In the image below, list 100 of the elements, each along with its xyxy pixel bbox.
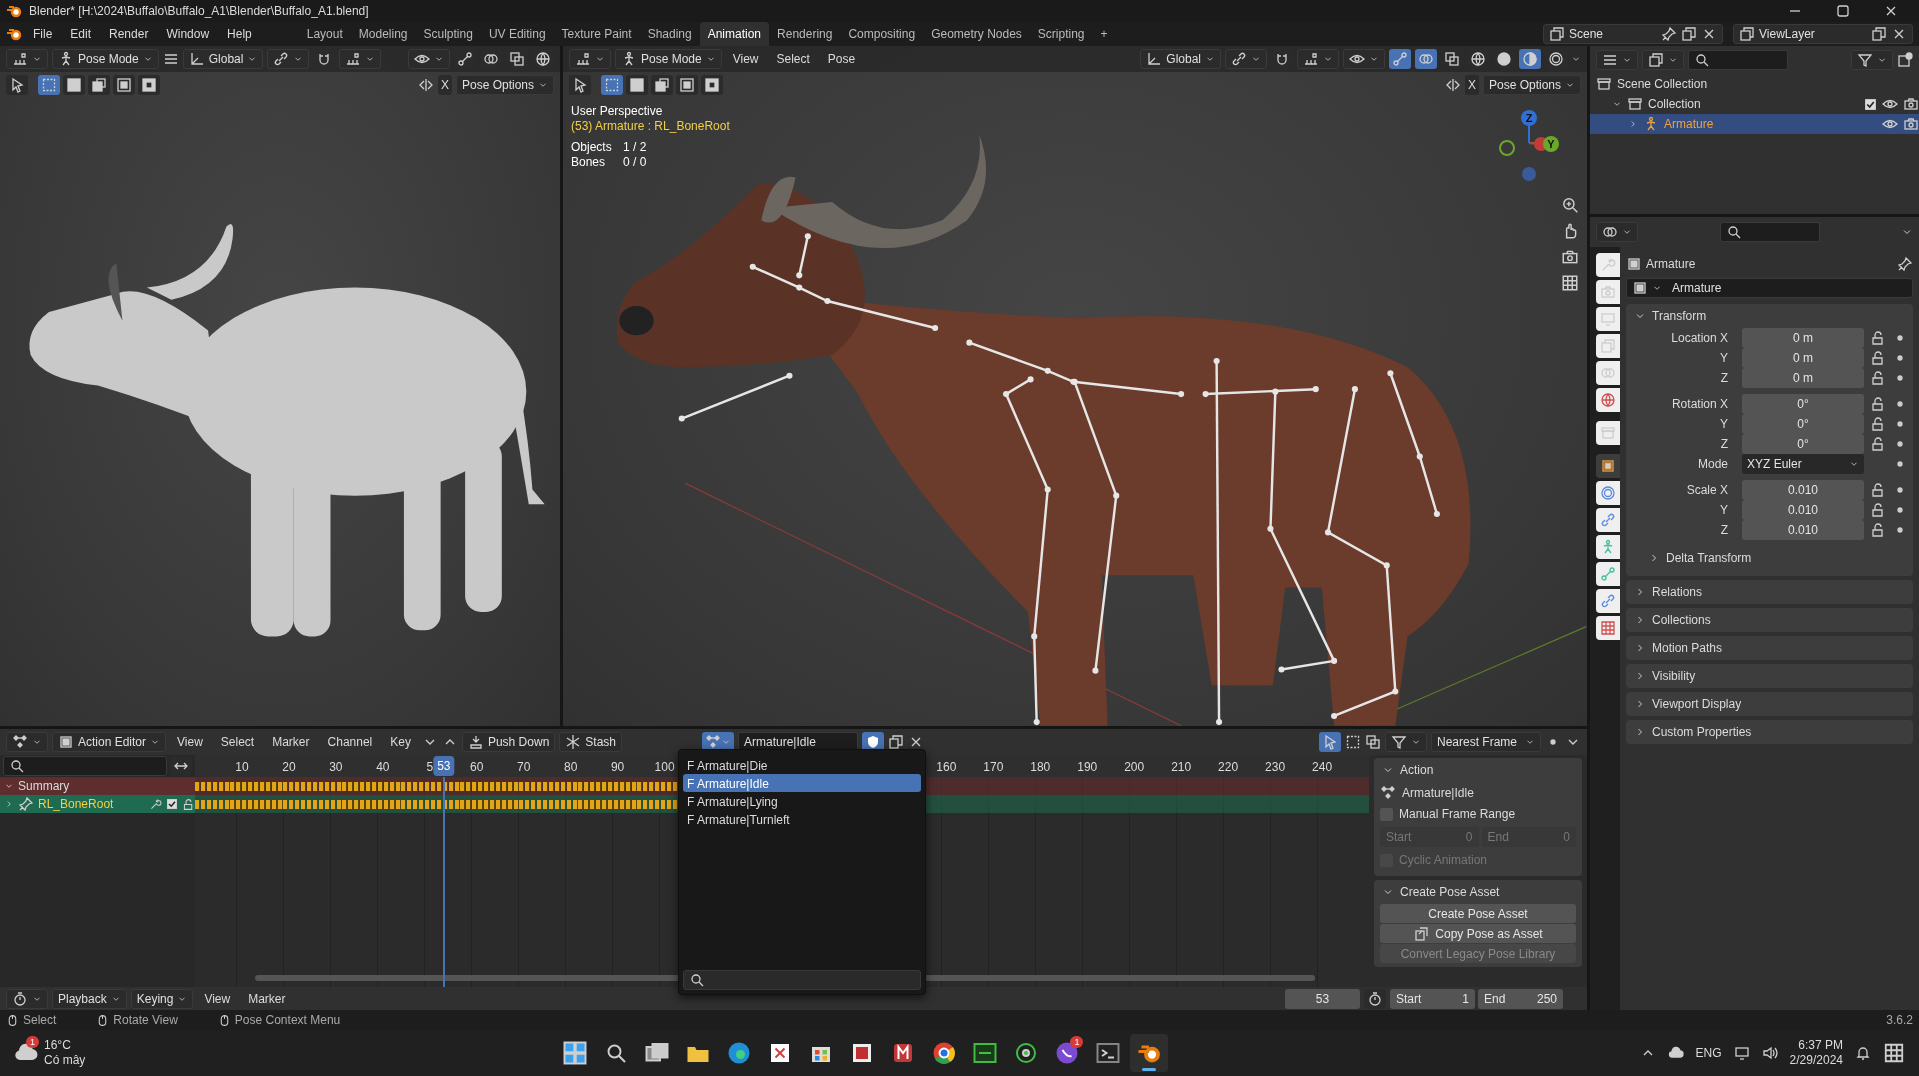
mode-dropdown[interactable]: XYZ Euler — [1742, 454, 1864, 474]
axis-gizmo-drawing[interactable]: Z Y — [1499, 110, 1559, 181]
outliner-item[interactable]: Scene Collection — [1590, 74, 1919, 94]
menu-dropdown[interactable]: Playback — [52, 988, 127, 1009]
current-frame-indicator[interactable]: 53 — [433, 756, 455, 776]
frame-number: 30 — [328, 759, 344, 776]
object-name-field[interactable]: Armature — [1626, 278, 1913, 298]
menu-item[interactable]: Select — [769, 49, 817, 69]
clock-time[interactable]: 6:37 PM — [1789, 1038, 1843, 1053]
pose-options-dropdown[interactable]: Pose Options — [455, 75, 554, 95]
number-field[interactable]: 0° — [1742, 394, 1864, 414]
menu-item[interactable]: File — [26, 24, 60, 44]
workspace-tab[interactable]: Layout — [298, 22, 351, 46]
frame-range-field[interactable]: End 250 — [1478, 988, 1563, 1009]
frame-number: 5 — [425, 759, 435, 776]
mode-dropdown[interactable]: Pose Mode — [52, 49, 159, 69]
number-field[interactable]: 0.010 — [1742, 520, 1864, 540]
action-item[interactable]: F Armature|Lying — [683, 792, 921, 810]
menu-item[interactable]: Marker — [241, 988, 293, 1009]
panel-header[interactable]: Action — [1374, 758, 1582, 782]
menu-item[interactable]: Select — [213, 732, 262, 752]
notification-badge: 1 — [26, 1036, 39, 1048]
view-layer-selector[interactable]: ViewLayer — [1733, 24, 1913, 44]
action-button[interactable]: Push Down — [461, 732, 556, 752]
workspace-tab[interactable]: Modeling — [350, 22, 416, 46]
workspace-tab[interactable]: Texture Paint — [553, 22, 640, 46]
field-label: Z — [1719, 522, 1729, 539]
field-label: Rotation X — [1670, 396, 1729, 413]
number-field[interactable]: 0 m — [1742, 368, 1864, 388]
channel-row[interactable]: RL_BoneRoot — [0, 795, 195, 813]
frame-number: 80 — [563, 759, 579, 776]
current-frame-field[interactable]: 53 — [1285, 988, 1360, 1009]
action-name: Armature|Idle — [1402, 785, 1474, 802]
context-label: Armature — [1646, 256, 1697, 273]
frame-range-field[interactable]: Start 1 — [1390, 988, 1475, 1009]
number-field[interactable]: 0.010 — [1742, 500, 1864, 520]
number-field[interactable]: 0° — [1742, 414, 1864, 434]
pose-options-dropdown[interactable]: Pose Options — [1482, 75, 1581, 95]
outliner-item[interactable]: Armature — [1590, 114, 1919, 134]
clock-date[interactable]: 2/29/2024 — [1789, 1053, 1843, 1068]
channel-row[interactable]: Summary — [0, 777, 195, 795]
orientation-dropdown[interactable]: Global — [1140, 49, 1221, 69]
editor-mode-dropdown[interactable]: Action Editor — [52, 732, 167, 752]
add-workspace-button[interactable]: + — [1092, 22, 1116, 46]
field-label: Z — [1719, 370, 1729, 387]
snapping-dropdown[interactable]: Nearest Frame — [1431, 732, 1541, 752]
subpanel-header[interactable]: Delta Transform — [1626, 546, 1913, 570]
menu-item[interactable]: Key — [383, 732, 418, 752]
panel-header[interactable]: Visibility — [1626, 664, 1913, 688]
menu-item[interactable]: Channel — [320, 732, 380, 752]
workspace-tab[interactable]: Scripting — [1029, 22, 1093, 46]
number-field[interactable]: 0.010 — [1742, 480, 1864, 500]
panel-header[interactable]: Custom Properties — [1626, 720, 1913, 744]
action-item[interactable]: F Armature|Turnleft — [683, 810, 921, 828]
panel-header[interactable]: Relations — [1626, 580, 1913, 604]
checkbox[interactable]: Manual Frame Range — [1374, 804, 1582, 824]
menu-item[interactable]: View — [725, 49, 766, 69]
panel-header[interactable]: Collections — [1626, 608, 1913, 632]
workspace-tab[interactable]: Compositing — [840, 22, 924, 46]
menu-item[interactable]: Help — [220, 24, 259, 44]
item-label: Armature — [1664, 116, 1715, 133]
workspace-tab[interactable]: Sculpting — [415, 22, 481, 46]
panel-button[interactable]: Copy Pose as Asset — [1380, 924, 1576, 943]
menu-item[interactable]: Pose — [820, 49, 863, 69]
menu-item[interactable]: View — [170, 732, 210, 752]
taskbar-app[interactable]: 1 — [1048, 1034, 1087, 1072]
menu-item[interactable]: Edit — [63, 24, 99, 44]
panel-button[interactable]: Create Pose Asset — [1380, 904, 1576, 923]
mirror-axis-toggle[interactable]: X — [437, 75, 452, 95]
menu-item[interactable]: Marker — [265, 732, 317, 752]
status-hint: Pose Context Menu — [234, 1012, 341, 1029]
workspace-tab[interactable]: Shading — [639, 22, 700, 46]
panel-header[interactable]: Transform — [1626, 304, 1913, 328]
workspace-tab[interactable]: Geometry Nodes — [923, 22, 1030, 46]
number-field[interactable]: 0° — [1742, 434, 1864, 454]
action-item[interactable]: F Armature|Idle — [683, 774, 921, 792]
scene-selector[interactable]: Scene — [1543, 24, 1723, 44]
mode-dropdown[interactable]: Pose Mode — [615, 49, 722, 69]
outliner-item[interactable]: Collection — [1590, 94, 1919, 114]
workspace-tab[interactable]: Rendering — [769, 22, 841, 46]
item-label: Collection — [1648, 96, 1702, 113]
workspace-tab[interactable]: UV Editing — [480, 22, 554, 46]
menu-item[interactable]: Render — [102, 24, 156, 44]
panel-header[interactable]: Viewport Display — [1626, 692, 1913, 716]
mirror-axis-toggle[interactable]: X — [1464, 75, 1479, 95]
frame-number: 220 — [1218, 759, 1239, 776]
workspace-tab[interactable]: Animation — [699, 22, 770, 46]
menu-item[interactable]: View — [197, 988, 238, 1009]
action-button[interactable]: Stash — [559, 732, 622, 752]
panel-header[interactable]: Create Pose Asset — [1374, 880, 1582, 904]
number-field[interactable]: 0 m — [1742, 348, 1864, 368]
menu-item[interactable]: Window — [159, 24, 217, 44]
number-field[interactable]: 0 m — [1742, 328, 1864, 348]
menu-dropdown[interactable]: Keying — [130, 988, 194, 1009]
action-name-field[interactable]: Armature|Idle — [738, 732, 858, 752]
language-label[interactable]: ENG — [1695, 1044, 1722, 1062]
panel-header[interactable]: Motion Paths — [1626, 636, 1913, 660]
orientation-dropdown[interactable]: Global — [182, 49, 264, 69]
frame-number: 240 — [1312, 759, 1333, 776]
action-item[interactable]: F Armature|Die — [683, 756, 921, 774]
